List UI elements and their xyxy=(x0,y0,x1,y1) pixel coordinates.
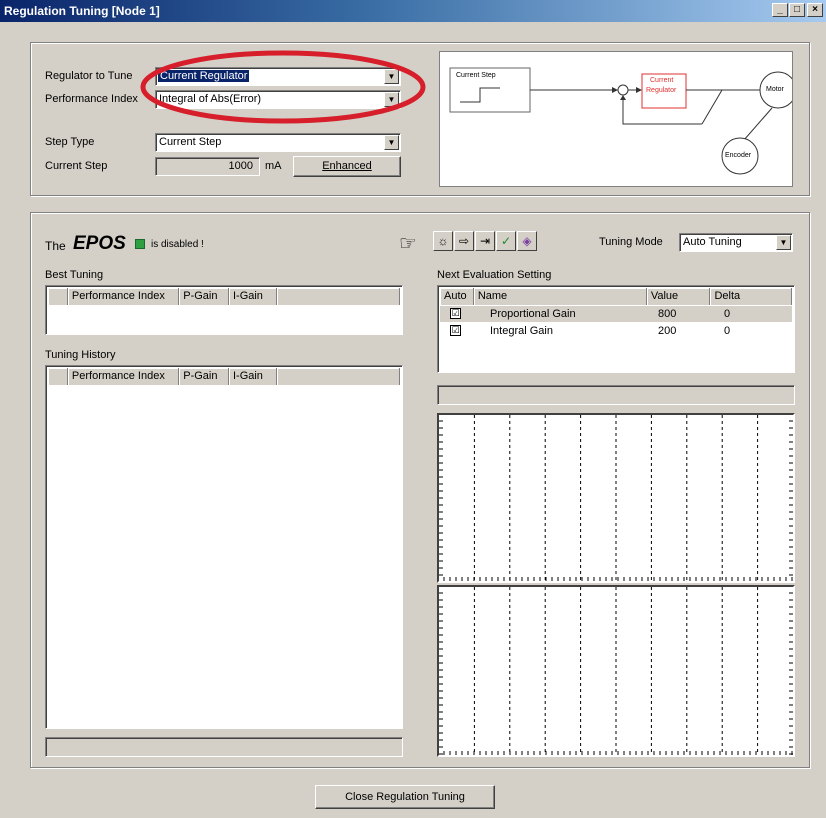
diagram-regulator-line1: Current xyxy=(650,77,674,84)
enhanced-button[interactable]: Enhanced xyxy=(293,156,401,177)
step-icon[interactable]: ⇥ xyxy=(475,231,495,251)
next-eval-header: Auto Name Value Delta xyxy=(440,288,792,305)
param-delta: 0 xyxy=(724,308,731,320)
param-name: Proportional Gain xyxy=(490,308,576,320)
checkmark-icon[interactable]: ✓ xyxy=(496,231,516,251)
param-name: Integral Gain xyxy=(490,325,553,337)
next-eval-list[interactable]: Auto Name Value Delta ☑ Proportional Gai… xyxy=(437,285,795,373)
control-loop-diagram: Current Step Current Regulator Motor Enc… xyxy=(439,51,793,187)
table-row[interactable]: ☑ Integral Gain 200 0 xyxy=(440,323,792,339)
diagram-motor: Motor xyxy=(766,86,784,93)
column-header[interactable]: Value xyxy=(647,288,711,305)
column-header[interactable] xyxy=(277,368,400,385)
column-header[interactable]: Auto xyxy=(440,288,474,305)
close-window-button[interactable]: × xyxy=(807,3,823,17)
diagram-encoder: Encoder xyxy=(725,152,752,159)
column-header[interactable]: Name xyxy=(474,288,647,305)
table-row[interactable]: ☑ Proportional Gain 800 0 xyxy=(440,306,792,322)
current-step-unit: mA xyxy=(265,160,282,172)
history-header: Performance Index P-Gain I-Gain xyxy=(48,368,400,385)
column-header[interactable]: Performance Index xyxy=(68,368,180,385)
response-plot-lower xyxy=(437,585,795,757)
plot-grid xyxy=(439,587,793,755)
best-tuning-list[interactable]: Performance Index P-Gain I-Gain xyxy=(45,285,403,335)
step-type-select[interactable]: Current Step ▼ xyxy=(155,133,401,152)
tuning-toolbar: ☼ ⇨ ⇥ ✓ ◈ xyxy=(433,231,541,253)
status-led-icon xyxy=(135,239,145,249)
stamp-icon[interactable]: ◈ xyxy=(517,231,537,251)
column-header[interactable]: I-Gain xyxy=(229,368,277,385)
performance-label: Performance Index xyxy=(45,93,138,105)
response-plot-upper xyxy=(437,413,795,583)
chevron-down-icon[interactable]: ▼ xyxy=(776,235,791,250)
param-value: 800 xyxy=(658,308,677,320)
diagram-step-box: Current Step xyxy=(456,72,496,79)
tuning-mode-select[interactable]: Auto Tuning ▼ xyxy=(679,233,793,252)
status-prefix: The xyxy=(45,239,66,253)
tuning-history-list[interactable]: Performance Index P-Gain I-Gain xyxy=(45,365,403,729)
column-header[interactable] xyxy=(48,288,68,305)
checkbox-icon[interactable]: ☑ xyxy=(450,308,461,319)
tuning-mode-value: Auto Tuning xyxy=(683,236,742,248)
regulator-label: Regulator to Tune xyxy=(45,70,133,82)
window-title: Regulation Tuning [Node 1] xyxy=(4,4,160,18)
close-regulation-tuning-button[interactable]: Close Regulation Tuning xyxy=(315,785,495,809)
column-header[interactable] xyxy=(277,288,400,305)
lightbulb-icon[interactable]: ☼ xyxy=(433,231,453,251)
diagram-regulator-line2: Regulator xyxy=(646,87,677,94)
close-button-label: Close Regulation Tuning xyxy=(345,791,465,803)
epos-brand: EPOS xyxy=(73,233,126,254)
column-header[interactable] xyxy=(48,368,68,385)
best-tuning-title: Best Tuning xyxy=(45,269,104,281)
tuning-panel: The EPOS is disabled ! ☞ ☼ ⇨ ⇥ ✓ ◈ Tunin… xyxy=(30,212,810,768)
current-step-field[interactable]: 1000 xyxy=(155,157,260,176)
regulator-config-panel: Regulator to Tune Current Regulator ▼ Pe… xyxy=(30,42,810,196)
current-step-label: Current Step xyxy=(45,160,108,172)
minimize-button[interactable]: _ xyxy=(772,3,788,17)
param-value: 200 xyxy=(658,325,677,337)
step-type-label: Step Type xyxy=(45,136,95,148)
forward-arrow-icon[interactable]: ⇨ xyxy=(454,231,474,251)
history-status-bar xyxy=(45,737,403,757)
checkbox-icon[interactable]: ☑ xyxy=(450,325,461,336)
eval-progress-bar xyxy=(437,385,795,405)
param-delta: 0 xyxy=(724,325,731,337)
title-bar: Regulation Tuning [Node 1] _ □ × xyxy=(0,0,826,22)
highlight-ellipse xyxy=(140,50,426,124)
history-title: Tuning History xyxy=(45,349,116,361)
column-header[interactable]: Performance Index xyxy=(68,288,180,305)
plot-grid xyxy=(439,415,793,581)
column-header[interactable]: P-Gain xyxy=(179,288,229,305)
column-header[interactable]: Delta xyxy=(710,288,792,305)
step-type-value: Current Step xyxy=(159,136,222,148)
status-suffix: is disabled ! xyxy=(151,239,204,250)
tuning-mode-label: Tuning Mode xyxy=(599,236,663,248)
column-header[interactable]: P-Gain xyxy=(179,368,229,385)
current-step-value: 1000 xyxy=(228,160,253,172)
chevron-down-icon[interactable]: ▼ xyxy=(384,135,399,150)
maximize-button[interactable]: □ xyxy=(789,3,805,17)
next-eval-title: Next Evaluation Setting xyxy=(437,269,552,281)
best-tuning-header: Performance Index P-Gain I-Gain xyxy=(48,288,400,305)
pointing-hand-icon: ☞ xyxy=(399,233,417,255)
column-header[interactable]: I-Gain xyxy=(229,288,277,305)
